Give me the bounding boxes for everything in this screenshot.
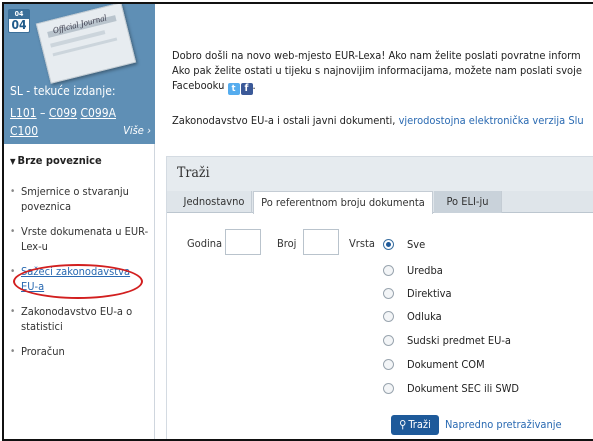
issue-link-c099a[interactable]: C099A [80,106,116,120]
number-label: Broj [277,237,297,250]
quick-link-label[interactable]: Smjernice o stvaranju poveznica [10,184,150,214]
radio-button[interactable] [383,383,394,394]
radio-button[interactable] [383,265,394,276]
bullet-icon: • [10,346,16,357]
welcome-end: . [252,79,256,92]
radio-button[interactable] [383,311,394,322]
social-icons: tf [227,80,253,95]
radio-label: Dokument SEC ili SWD [407,382,520,395]
facebook-text: Facebooku [172,79,225,92]
welcome-line-social: Facebooku tf. [172,78,593,95]
welcome-line: Dobro došli na novo web-mjesto EUR-Lexa!… [172,49,581,62]
radio-label: Dokument COM [407,358,485,371]
more-issues-link[interactable]: Više › [123,122,151,140]
twitter-icon[interactable]: t [227,83,240,95]
tab-by-eli[interactable]: Po ELI-ju [434,191,502,213]
search-header: Traži [167,157,593,191]
authentic-version-link[interactable]: vjerodostojna elektronička verzija Slu [399,114,584,127]
quick-link-item[interactable]: • Smjernice o stvaranju poveznica [10,184,150,214]
radio-label: Odluka [407,310,442,323]
year-label: Godina [187,237,223,250]
bullet-icon: • [10,226,16,237]
official-journal-cover-image[interactable]: Official Journal [35,4,137,84]
legislation-text: Zakonodavstvo EU-a i ostali javni dokume… [172,114,399,127]
search-icon: ⚲ [399,418,407,431]
search-title: Traži [177,165,210,181]
calendar-icon: 04 04 [8,9,30,33]
quick-link-label[interactable]: Zakonodavstvo EU-a o statistici [10,304,150,334]
main-content: Dobro došli na novo web-mjesto EUR-Lexa!… [156,4,593,439]
tab-simple[interactable]: Jednostavno [177,191,252,213]
quick-links-toggle[interactable]: ▼ Brze poveznice [10,154,102,167]
quick-link-label[interactable]: Vrste dokumenata u EUR-Lex-u [10,224,150,254]
calendar-day: 04 [11,18,27,32]
quick-link-item[interactable]: • Zakonodavstvo EU-a o statistici [10,304,150,334]
legislation-line: Zakonodavstvo EU-a i ostali javni dokume… [172,114,584,127]
current-issue-label: SL - tekuće izdanje: [10,84,116,98]
welcome-line: Ako pak želite ostati u tijeku s najnovi… [172,64,582,77]
radio-label: Direktiva [407,287,452,300]
search-button[interactable]: ⚲ Traži [391,415,439,435]
page-frame: Official Journal 04 04 SL - tekuće izdan… [2,2,593,441]
radio-label: Uredba [407,264,443,277]
quick-link-label[interactable]: Proračun [10,344,150,359]
search-button-label: Traži [408,418,431,431]
radio-label: Sve [407,238,426,251]
quick-link-item[interactable]: • Proračun [10,344,150,359]
search-panel: Traži Jednostavno Po referentnom broju d… [166,156,593,439]
radio-button[interactable] [383,359,394,370]
issue-link-c099[interactable]: C099 [49,106,77,120]
official-journal-panel[interactable]: Official Journal 04 04 SL - tekuće izdan… [4,4,155,144]
radio-button[interactable] [383,288,394,299]
welcome-message: Dobro došli na novo web-mjesto EUR-Lexa!… [172,48,593,95]
issue-link-l101[interactable]: L101 [10,106,37,120]
highlight-oval [13,264,143,299]
quick-link-item[interactable]: • Vrste dokumenata u EUR-Lex-u [10,224,150,254]
bullet-icon: • [10,306,16,317]
radio-button[interactable] [383,239,394,250]
facebook-icon[interactable]: f [240,83,253,95]
radio-button[interactable] [383,335,394,346]
search-tabs: Jednostavno Po referentnom broju dokumen… [167,191,593,214]
bullet-icon: • [10,186,16,197]
type-label: Vrsta [349,237,375,250]
number-input[interactable] [303,229,339,255]
sidebar: Official Journal 04 04 SL - tekuće izdan… [4,4,155,439]
year-input[interactable] [225,229,261,255]
advanced-search-link[interactable]: Napredno pretraživanje [445,418,562,431]
issue-link-c100[interactable]: C100 [10,124,38,138]
triangle-down-icon: ▼ [10,157,16,166]
tab-by-reference[interactable]: Po referentnom broju dokumenta [253,191,433,214]
current-issue-links: L101 – C099 C099A C100 Više › [10,106,151,140]
quick-links-title: Brze poveznice [17,154,102,167]
radio-label: Sudski predmet EU-a [407,334,511,347]
